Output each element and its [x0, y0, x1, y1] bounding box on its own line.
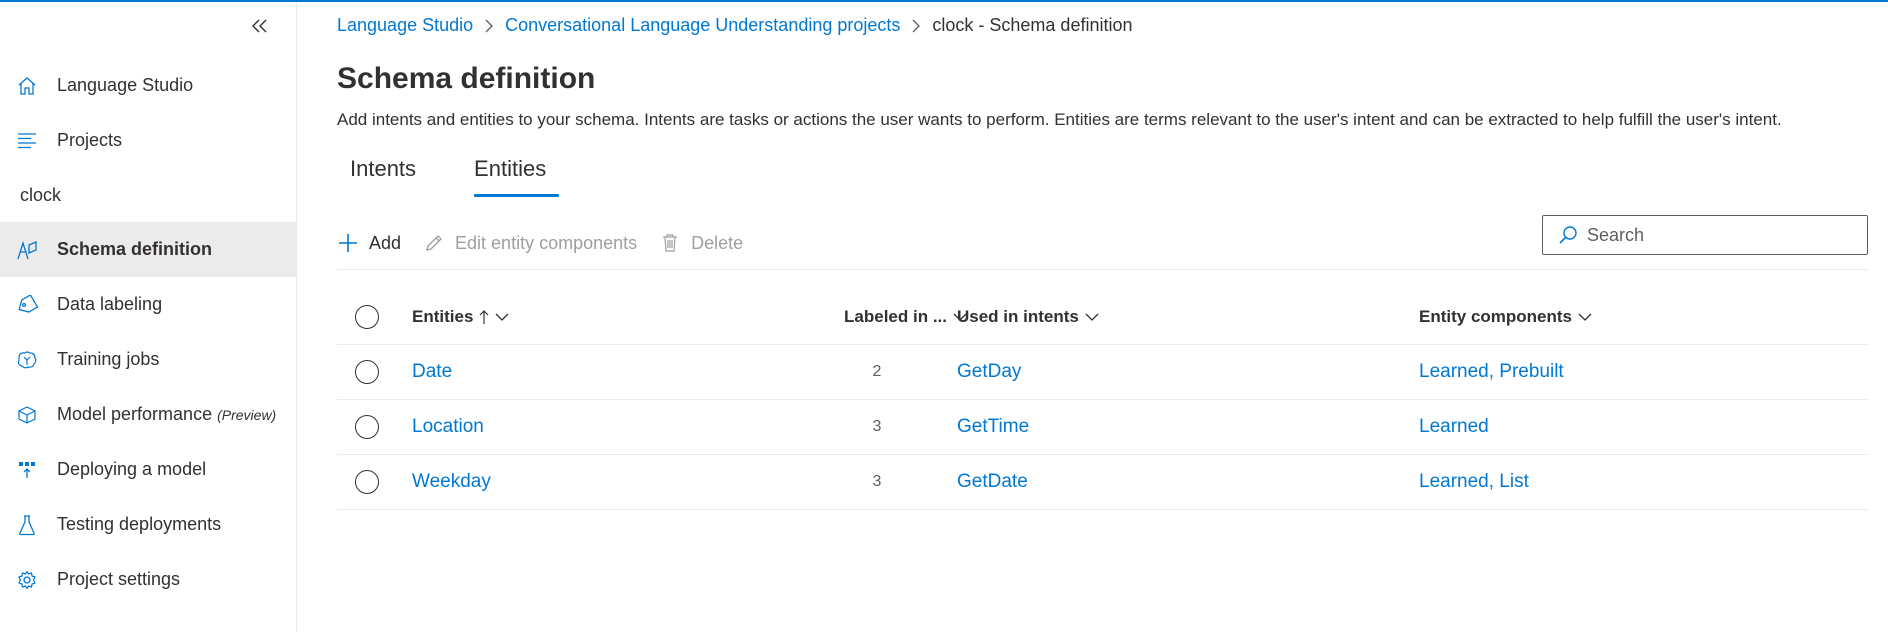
- active-tab-indicator: [474, 194, 560, 197]
- search-icon: [1557, 224, 1579, 246]
- sidebar-item-label: Project settings: [57, 569, 181, 589]
- components-link[interactable]: Learned: [1419, 416, 1489, 438]
- sidebar-item-projects[interactable]: Projects: [0, 113, 296, 168]
- pencil-icon: [423, 232, 445, 254]
- cube-icon: [16, 404, 38, 426]
- column-header-used-in-intents[interactable]: Used in intents: [957, 307, 1099, 327]
- intent-link[interactable]: GetDay: [957, 361, 1021, 383]
- table-row[interactable]: Location 3 GetTime Learned: [337, 400, 1868, 455]
- sidebar-item-label: Deploying a model: [57, 459, 207, 479]
- sidebar-item-label: Model performance: [57, 404, 213, 424]
- breadcrumb-language-studio[interactable]: Language Studio: [337, 15, 473, 36]
- flask-icon: [16, 514, 38, 536]
- table-header-row: Entities Labeled in ... Used in intents …: [337, 290, 1868, 345]
- sidebar-item-label: Schema definition: [57, 239, 213, 259]
- delete-button-label: Delete: [691, 232, 744, 253]
- intent-link[interactable]: GetDate: [957, 471, 1028, 493]
- table-row[interactable]: Date 2 GetDay Learned, Prebuilt: [337, 345, 1868, 400]
- intent-link[interactable]: GetTime: [957, 416, 1029, 438]
- sort-ascending-icon: [479, 309, 489, 325]
- plus-icon: [337, 232, 359, 254]
- sidebar-item-schema-definition[interactable]: Schema definition: [0, 222, 296, 277]
- row-checkbox[interactable]: [355, 360, 379, 384]
- tab-label: Entities: [474, 156, 547, 181]
- sidebar-item-deploying-a-model[interactable]: Deploying a model: [0, 442, 296, 497]
- breadcrumb-clu-projects[interactable]: Conversational Language Understanding pr…: [505, 15, 900, 36]
- home-icon: [16, 75, 38, 97]
- sidebar-item-label-group: Model performance (Preview): [57, 404, 276, 425]
- tab-intents[interactable]: Intents: [337, 153, 429, 197]
- edit-button-label: Edit entity components: [455, 232, 638, 253]
- labeled-count: 2: [872, 363, 882, 380]
- sidebar-item-model-performance[interactable]: Model performance (Preview): [0, 387, 296, 442]
- sidebar-item-label: Projects: [57, 130, 123, 150]
- chevron-right-icon: [900, 19, 932, 33]
- sidebar: Language Studio Projects clock Schema de…: [0, 2, 297, 632]
- trash-icon: [659, 232, 681, 254]
- breadcrumb-current: clock - Schema definition: [932, 15, 1133, 35]
- sidebar-item-training-jobs[interactable]: Training jobs: [0, 332, 296, 387]
- chevron-down-icon: [495, 313, 509, 321]
- column-header-label: Used in intents: [957, 307, 1079, 326]
- search-box: [1542, 215, 1868, 255]
- double-chevron-left-icon: [252, 19, 267, 33]
- sidebar-item-project-settings[interactable]: Project settings: [0, 552, 296, 607]
- entity-link[interactable]: Date: [412, 361, 452, 383]
- sidebar-item-language-studio[interactable]: Language Studio: [0, 58, 296, 113]
- chevron-right-icon: [473, 19, 505, 33]
- sidebar-item-label: Testing deployments: [57, 514, 222, 534]
- brain-icon: [16, 349, 38, 371]
- page-title: Schema definition: [337, 62, 596, 95]
- sidebar-item-label: Training jobs: [57, 349, 160, 369]
- divider: [337, 269, 1868, 270]
- column-header-label: Entity components: [1419, 307, 1573, 326]
- deploy-icon: [16, 459, 38, 481]
- components-link[interactable]: Learned, List: [1419, 471, 1529, 493]
- chevron-down-icon: [1578, 313, 1592, 321]
- chevron-down-icon: [1085, 313, 1099, 321]
- labeled-count: 3: [872, 473, 882, 490]
- sidebar-item-label: Language Studio: [57, 75, 194, 95]
- column-header-label: Entities: [412, 307, 474, 326]
- entity-link[interactable]: Weekday: [412, 471, 491, 493]
- breadcrumb: Language Studio Conversational Language …: [337, 15, 1132, 36]
- delete-button[interactable]: Delete: [659, 225, 743, 261]
- search-input[interactable]: [1587, 224, 1847, 246]
- collapse-sidebar-button[interactable]: [248, 14, 272, 38]
- page-description: Add intents and entities to your schema.…: [337, 110, 1782, 129]
- tab-entities[interactable]: Entities: [461, 153, 560, 197]
- edit-entity-components-button[interactable]: Edit entity components: [423, 225, 637, 261]
- entity-link[interactable]: Location: [412, 416, 484, 438]
- gear-icon: [16, 569, 38, 591]
- column-header-entities[interactable]: Entities: [412, 307, 509, 327]
- schema-icon: [16, 239, 38, 261]
- components-link[interactable]: Learned, Prebuilt: [1419, 361, 1564, 383]
- entities-table: Entities Labeled in ... Used in intents …: [337, 290, 1868, 510]
- select-all-checkbox[interactable]: [355, 305, 379, 329]
- column-header-labeled-in[interactable]: Labeled in ...: [807, 307, 967, 327]
- tag-icon: [16, 294, 38, 316]
- preview-tag: (Preview): [217, 407, 277, 423]
- command-bar: Add Edit entity components Delete: [337, 225, 765, 261]
- list-icon: [16, 130, 38, 152]
- row-checkbox[interactable]: [355, 415, 379, 439]
- tab-label: Intents: [350, 156, 417, 181]
- column-header-entity-components[interactable]: Entity components: [1419, 307, 1592, 327]
- row-checkbox[interactable]: [355, 470, 379, 494]
- project-name: clock: [20, 185, 62, 205]
- add-button-label: Add: [369, 232, 402, 253]
- sidebar-item-label: Data labeling: [57, 294, 163, 314]
- table-row[interactable]: Weekday 3 GetDate Learned, List: [337, 455, 1868, 510]
- column-header-label: Labeled in ...: [844, 307, 947, 326]
- sidebar-item-testing-deployments[interactable]: Testing deployments: [0, 497, 296, 552]
- sidebar-item-data-labeling[interactable]: Data labeling: [0, 277, 296, 332]
- labeled-count: 3: [872, 418, 882, 435]
- tab-bar: Intents Entities: [337, 153, 585, 197]
- add-button[interactable]: Add: [337, 225, 401, 261]
